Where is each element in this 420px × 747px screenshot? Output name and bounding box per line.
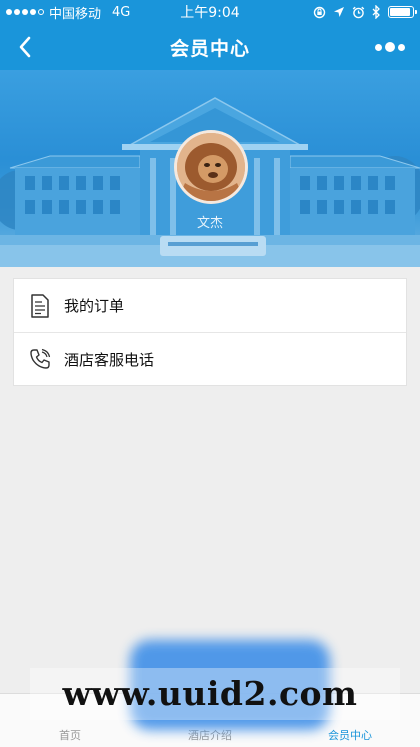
menu-list: 我的订单 酒店客服电话 xyxy=(13,278,407,386)
more-dots-icon-center xyxy=(385,42,395,52)
more-dots-icon-right xyxy=(398,43,405,51)
status-bar: 中国移动 4G 上午9:04 xyxy=(0,0,420,24)
menu-item-my-orders[interactable]: 我的订单 xyxy=(14,279,406,332)
watermark-text: www.uuid2.com xyxy=(62,674,358,713)
menu-item-label: 我的订单 xyxy=(64,297,125,315)
nav-bar: 会员中心 xyxy=(0,24,420,70)
signal-strength-icon xyxy=(6,9,44,15)
network-type: 4G xyxy=(112,4,131,20)
lion-avatar-image xyxy=(177,133,245,201)
phone-icon xyxy=(28,347,52,371)
tab-label: 会员中心 xyxy=(328,729,372,742)
menu-item-label: 酒店客服电话 xyxy=(64,350,155,369)
carrier-name: 中国移动 xyxy=(49,6,102,22)
location-arrow-icon xyxy=(334,7,344,17)
more-dots-icon xyxy=(375,43,382,51)
document-icon xyxy=(28,293,52,318)
avatar[interactable] xyxy=(174,130,248,204)
profile-header: 文杰 xyxy=(0,70,420,267)
tab-label: 首页 xyxy=(59,729,81,742)
battery-icon xyxy=(388,6,417,18)
status-time: 上午9:04 xyxy=(180,5,240,21)
orientation-lock-icon xyxy=(313,6,326,18)
username: 文杰 xyxy=(196,216,223,231)
status-left: 中国移动 4G xyxy=(6,3,156,22)
status-right xyxy=(264,5,417,19)
battery-level xyxy=(390,8,410,16)
chevron-left-icon xyxy=(19,36,31,58)
alarm-clock-icon xyxy=(352,6,365,18)
more-button[interactable] xyxy=(370,30,410,64)
menu-item-hotel-service-phone[interactable]: 酒店客服电话 xyxy=(14,332,406,385)
bluetooth-icon xyxy=(372,5,380,19)
page-title: 会员中心 xyxy=(169,37,250,60)
back-button[interactable] xyxy=(8,30,42,64)
